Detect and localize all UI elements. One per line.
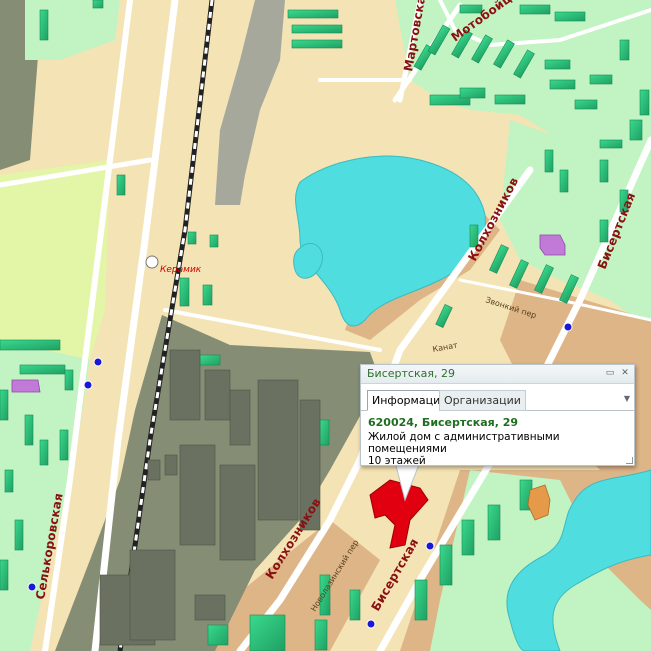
station-label: Керамик — [160, 265, 202, 275]
tab-scroll-icon[interactable]: ▼ — [624, 394, 630, 403]
building-purple-east — [539, 234, 566, 256]
popup-body: 620024, Бисертская, 29 Жилой дом с админ… — [361, 411, 634, 467]
popup-titlebar[interactable]: Бисертская, 29 ▭ ✕ — [361, 365, 634, 384]
restore-icon[interactable]: ▭ — [604, 367, 616, 379]
building-purple-west — [11, 379, 41, 393]
station-marker[interactable] — [145, 255, 159, 269]
map-view[interactable]: Керамик Мартовская Колхозников Бисертска… — [0, 0, 651, 651]
popup-tabs: Информация Организации ▼ — [361, 388, 634, 411]
description-line-1: Жилой дом с административными помещениям… — [368, 431, 560, 455]
info-popup[interactable]: Бисертская, 29 ▭ ✕ Информация Организаци… — [360, 364, 635, 467]
description-line-2: 10 этажей — [368, 455, 426, 467]
tab-organizations[interactable]: Организации — [439, 390, 526, 411]
close-icon[interactable]: ✕ — [619, 367, 631, 379]
resize-grip[interactable] — [626, 457, 633, 464]
field-west — [0, 160, 110, 360]
map-canvas[interactable]: Керамик Мартовская Колхозников Бисертска… — [0, 0, 651, 651]
popup-title: Бисертская, 29 — [367, 367, 455, 380]
address-text: 620024, Бисертская, 29 — [368, 416, 519, 429]
